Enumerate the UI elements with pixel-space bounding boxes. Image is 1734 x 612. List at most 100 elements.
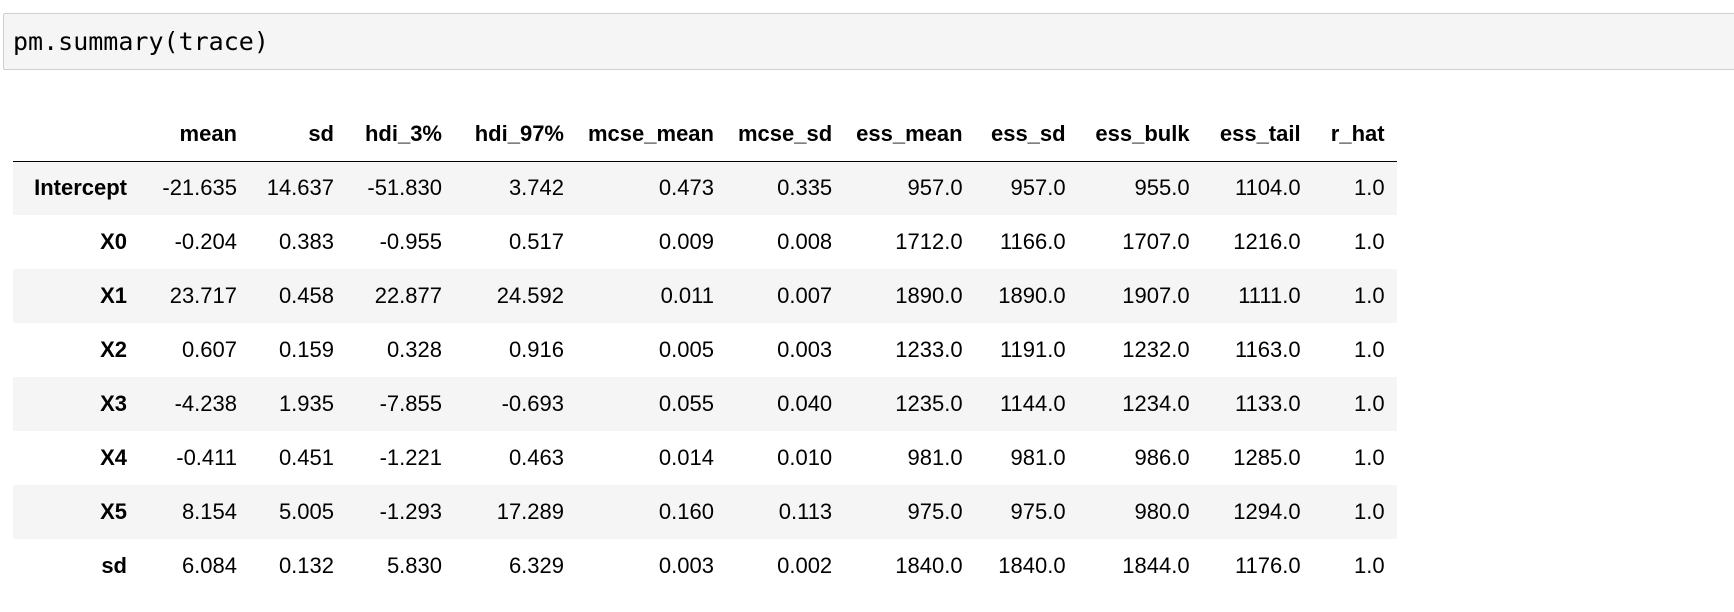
table-cell: 0.451 xyxy=(278,445,334,470)
table-cell: 1907.0 xyxy=(1122,283,1190,308)
table-cell: 1232.0 xyxy=(1122,337,1190,362)
table-cell: 1144.0 xyxy=(999,391,1066,416)
table-cell: 1.0 xyxy=(1354,175,1385,201)
table-cell: 975.0 xyxy=(907,499,963,524)
table-cell: 957.0 xyxy=(907,175,963,201)
row-label: X0 xyxy=(100,229,127,254)
column-header-ess-sd: ess_sd xyxy=(990,121,1066,147)
table-cell: 981.0 xyxy=(1010,445,1066,470)
table-cell: 1844.0 xyxy=(1122,553,1190,578)
table-cell: 8.154 xyxy=(181,499,237,524)
table-cell: 1890.0 xyxy=(895,283,963,308)
table-cell: 1.0 xyxy=(1354,445,1385,470)
table-cell: 0.007 xyxy=(777,283,833,308)
table-cell: -0.693 xyxy=(501,391,564,416)
table-cell: 957.0 xyxy=(1010,175,1066,201)
table-cell: 0.383 xyxy=(278,229,334,254)
table-cell: 0.463 xyxy=(508,445,564,470)
header-row: mean sd hdi_3% hdi_97% mcse_mean mcse_sd ess_m… xyxy=(13,108,1397,161)
table-cell: 1.0 xyxy=(1354,337,1385,362)
table-row: X0 -0.204 0.383 -0.955 0.517 0.009 0.008 1712.0… xyxy=(13,215,1397,269)
table-cell: 1890.0 xyxy=(998,283,1066,308)
summary-table-header: mean sd hdi_3% hdi_97% mcse_mean mcse_sd ess_m… xyxy=(13,108,1397,161)
row-label: X5 xyxy=(100,499,127,524)
column-header-r-hat: r_hat xyxy=(1330,121,1385,147)
table-cell: 980.0 xyxy=(1134,499,1190,524)
table-cell: 986.0 xyxy=(1134,445,1190,470)
table-cell: 1216.0 xyxy=(1233,229,1301,254)
column-header-ess-bulk: ess_bulk xyxy=(1095,121,1190,147)
table-cell: 1133.0 xyxy=(1234,391,1301,416)
table-cell: 1163.0 xyxy=(1234,337,1301,362)
column-header-sd: sd xyxy=(308,121,334,147)
table-cell: 14.637 xyxy=(266,175,334,201)
table-row: X4 -0.411 0.451 -1.221 0.463 0.014 0.010 981.0 9… xyxy=(13,431,1397,485)
table-cell: 3.742 xyxy=(508,175,564,201)
table-cell: 975.0 xyxy=(1010,499,1066,524)
code-source[interactable]: pm.summary(trace) xyxy=(13,27,269,57)
row-label: sd xyxy=(101,553,127,578)
table-cell: 0.916 xyxy=(508,337,564,362)
table-cell: 0.132 xyxy=(278,553,334,578)
table-cell: 0.473 xyxy=(658,175,714,201)
table-cell: 0.005 xyxy=(658,337,714,362)
table-row: sd 6.084 0.132 5.830 6.329 0.003 0.002 1840.0 18… xyxy=(13,539,1397,593)
code-input-cell[interactable]: pm.summary(trace) xyxy=(3,13,1734,70)
table-cell: 0.008 xyxy=(777,229,833,254)
row-label: X1 xyxy=(100,283,127,308)
table-cell: 1840.0 xyxy=(895,553,963,578)
column-header-ess-mean: ess_mean xyxy=(856,121,963,147)
table-cell: 1235.0 xyxy=(895,391,963,416)
table-cell: 1.0 xyxy=(1354,283,1385,308)
column-header-hdi-97-: hdi_97% xyxy=(474,121,564,147)
table-cell: -21.635 xyxy=(162,175,237,201)
table-cell: -51.830 xyxy=(367,175,442,201)
table-cell: 1176.0 xyxy=(1234,553,1301,578)
table-cell: -7.855 xyxy=(379,391,442,416)
table-cell: 1840.0 xyxy=(998,553,1066,578)
table-cell: 0.009 xyxy=(658,229,714,254)
table-row: X1 23.717 0.458 22.877 24.592 0.011 0.007 1890.… xyxy=(13,269,1397,323)
row-label: X3 xyxy=(100,391,127,416)
summary-table: mean sd hdi_3% hdi_97% mcse_mean mcse_sd ess_m… xyxy=(13,108,1397,593)
table-cell: 0.159 xyxy=(278,337,334,362)
table-cell: 1233.0 xyxy=(895,337,963,362)
column-header-mcse-mean: mcse_mean xyxy=(588,121,714,147)
table-cell: 0.607 xyxy=(181,337,237,362)
table-cell: 0.328 xyxy=(386,337,442,362)
table-cell: 1166.0 xyxy=(999,229,1066,254)
summary-table-body: Intercept -21.635 14.637 -51.830 3.742 0.473 0… xyxy=(13,161,1397,593)
table-cell: 0.113 xyxy=(778,499,833,524)
table-cell: 1.0 xyxy=(1354,229,1385,254)
table-cell: 0.010 xyxy=(777,445,833,470)
table-row: X2 0.607 0.159 0.328 0.916 0.005 0.003 1233.0 11… xyxy=(13,323,1397,377)
table-row: X5 8.154 5.005 -1.293 17.289 0.160 0.113 975.0 9… xyxy=(13,485,1397,539)
row-label: X4 xyxy=(100,445,127,470)
table-cell: 0.003 xyxy=(658,553,714,578)
table-cell: 5.830 xyxy=(386,553,442,578)
table-cell: 0.160 xyxy=(658,499,714,524)
table-cell: 23.717 xyxy=(169,283,237,308)
table-row: Intercept -21.635 14.637 -51.830 3.742 0.473 0… xyxy=(13,161,1397,215)
table-cell: 0.002 xyxy=(777,553,833,578)
table-cell: 6.084 xyxy=(181,553,237,578)
table-cell: -0.955 xyxy=(379,229,442,254)
table-cell: 24.592 xyxy=(496,283,564,308)
index-header xyxy=(13,108,139,161)
table-cell: 22.877 xyxy=(374,283,442,308)
table-cell: -1.293 xyxy=(379,499,442,524)
column-header-hdi-3-: hdi_3% xyxy=(364,121,442,147)
table-cell: 1712.0 xyxy=(895,229,963,254)
table-cell: 17.289 xyxy=(496,499,564,524)
table-row: X3 -4.238 1.935 -7.855 -0.693 0.055 0.040 1235.… xyxy=(13,377,1397,431)
table-cell: 0.458 xyxy=(278,283,334,308)
table-cell: 6.329 xyxy=(508,553,564,578)
row-label: Intercept xyxy=(34,175,127,201)
output-area: mean sd hdi_3% hdi_97% mcse_mean mcse_sd ess_m… xyxy=(13,108,1397,593)
table-cell: 0.335 xyxy=(777,175,833,201)
table-cell: -4.238 xyxy=(174,391,237,416)
table-cell: 1111.0 xyxy=(1238,283,1301,308)
table-cell: 5.005 xyxy=(278,499,334,524)
column-header-mcse-sd: mcse_sd xyxy=(737,121,833,147)
column-header-mean: mean xyxy=(179,121,237,147)
